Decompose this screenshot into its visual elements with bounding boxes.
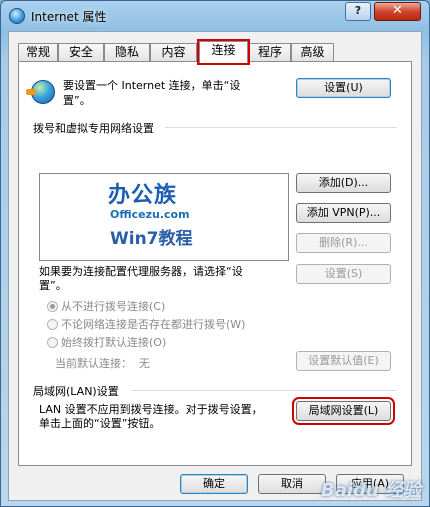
add-vpn-button[interactable]: 添加 VPN(P)... xyxy=(296,203,391,223)
cancel-button[interactable]: 取消 xyxy=(258,474,326,494)
radio-never-dial[interactable]: 从不进行拨号连接(C) xyxy=(47,298,165,314)
current-default-label: 当前默认连接： xyxy=(55,357,132,370)
window-title: Internet 属性 xyxy=(31,10,107,24)
help-button[interactable]: ? xyxy=(345,2,371,21)
proxy-description: 如果要为连接配置代理服务器，请选择“设置”。 xyxy=(39,265,243,292)
watermark-subtitle: Win7教程 xyxy=(110,229,193,249)
radio-selected-icon xyxy=(47,301,58,312)
globe-connect-icon xyxy=(26,80,55,104)
dialog-client-area: 常规 安全 隐私 内容 连接 程序 高级 要设置一个 Internet 连接，单… xyxy=(8,31,422,501)
radio-unselected-icon xyxy=(47,337,58,348)
radio-dial-whenever[interactable]: 不论网络连接是否存在都进行拨号(W) xyxy=(47,316,245,332)
radio-always-dial-label: 始终拨打默认连接(O) xyxy=(61,336,167,349)
setup-description: 要设置一个 Internet 连接，单击“设置”。 xyxy=(63,79,241,107)
radio-always-dial-default[interactable]: 始终拨打默认连接(O) xyxy=(47,334,166,350)
tab-general[interactable]: 常规 xyxy=(18,43,58,62)
lan-description: LAN 设置不应用到拨号连接。对于拨号设置，单击上面的“设置”按钮。 xyxy=(39,403,263,430)
title-bar[interactable]: Internet 属性 ? ✕ xyxy=(1,1,429,31)
internet-properties-window: Internet 属性 ? ✕ 常规 安全 隐私 内容 连接 程序 高级 要设置… xyxy=(0,0,430,507)
lan-settings-button[interactable]: 局域网设置(L) xyxy=(292,397,395,425)
add-button[interactable]: 添加(D)... xyxy=(296,173,391,193)
connections-panel: 要设置一个 Internet 连接，单击“设置”。 设置(U) 拨号和虚拟专用网… xyxy=(18,61,412,466)
set-default-button[interactable]: 设置默认值(E) xyxy=(296,351,391,371)
tab-security[interactable]: 安全 xyxy=(58,43,104,62)
page-watermark: Baidu 经验 xyxy=(320,480,421,501)
tab-advanced[interactable]: 高级 xyxy=(291,43,334,62)
current-default-value: 无 xyxy=(139,357,150,370)
tab-connections[interactable]: 连接 xyxy=(197,39,250,65)
connections-list[interactable]: 办公族 Officezu.com Win7教程 xyxy=(39,173,289,261)
radio-unselected-icon xyxy=(47,319,58,330)
lan-group-label: 局域网(LAN)设置 xyxy=(33,385,119,398)
tab-programs[interactable]: 程序 xyxy=(249,43,291,62)
watermark-title: 办公族 xyxy=(108,182,178,208)
dialup-group-label: 拨号和虚拟专用网络设置 xyxy=(33,122,154,135)
remove-button[interactable]: 删除(R)... xyxy=(296,233,391,253)
tab-privacy[interactable]: 隐私 xyxy=(104,43,150,62)
close-button[interactable]: ✕ xyxy=(374,2,421,21)
radio-dial-whenever-label: 不论网络连接是否存在都进行拨号(W) xyxy=(61,318,246,331)
tab-content[interactable]: 内容 xyxy=(150,43,197,62)
watermark-url: Officezu.com xyxy=(110,208,190,221)
group-divider xyxy=(131,390,397,391)
settings-button[interactable]: 设置(S) xyxy=(296,264,391,284)
group-divider xyxy=(165,127,397,128)
ok-button[interactable]: 确定 xyxy=(180,474,248,494)
radio-never-dial-label: 从不进行拨号连接(C) xyxy=(61,300,166,313)
setup-button[interactable]: 设置(U) xyxy=(296,78,391,98)
ie-icon xyxy=(9,8,25,24)
